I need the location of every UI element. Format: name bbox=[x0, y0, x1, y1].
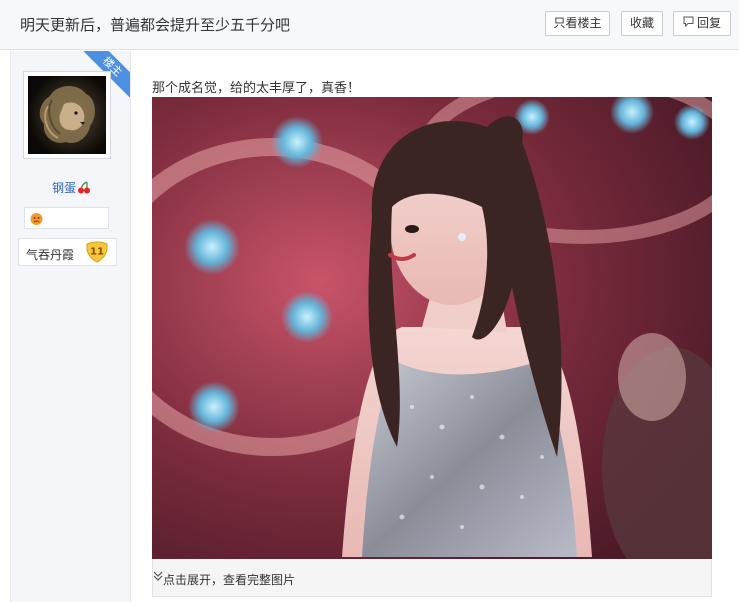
honor-badge[interactable] bbox=[24, 207, 109, 229]
user-level[interactable]: 气吞丹霞 11 bbox=[18, 238, 117, 266]
level-name: 气吞丹霞 bbox=[26, 248, 75, 262]
only-op-button[interactable]: 只看楼主 bbox=[545, 11, 610, 36]
expand-image-bar[interactable]: 点击展开，查看完整图片 bbox=[152, 559, 712, 597]
thread-header: 明天更新后，普遍都会提升至少五千分吧 只看楼主 收藏 回复 bbox=[0, 0, 739, 50]
level-shield-icon: 11 bbox=[85, 241, 109, 266]
reply-button[interactable]: 回复 bbox=[673, 11, 731, 36]
favorite-button[interactable]: 收藏 bbox=[621, 11, 663, 36]
emoji-badge-icon bbox=[29, 211, 44, 230]
comment-icon bbox=[683, 12, 694, 35]
post-image[interactable] bbox=[152, 97, 712, 559]
performer-photo-icon bbox=[152, 97, 712, 559]
avatar[interactable] bbox=[23, 71, 111, 159]
double-chevron-down-icon bbox=[153, 570, 163, 585]
cherry-icon bbox=[77, 180, 91, 197]
username-link[interactable]: 钢蛋 bbox=[11, 179, 130, 197]
level-number: 11 bbox=[90, 247, 104, 258]
author-sidebar: 楼主 钢蛋 气吞丹霞 11 bbox=[10, 51, 131, 602]
lion-avatar-icon bbox=[28, 76, 106, 154]
reply-label: 回复 bbox=[696, 16, 721, 30]
post-content: 那个成名觉，给的太丰厚了，真香！ 点击展开，查看完整图片 bbox=[131, 51, 739, 602]
username-text: 钢蛋 bbox=[51, 181, 76, 195]
thread-title: 明天更新后，普遍都会提升至少五千分吧 bbox=[20, 16, 291, 34]
expand-label: 点击展开，查看完整图片 bbox=[163, 573, 296, 587]
post-text: 那个成名觉，给的太丰厚了，真香！ bbox=[152, 81, 361, 96]
